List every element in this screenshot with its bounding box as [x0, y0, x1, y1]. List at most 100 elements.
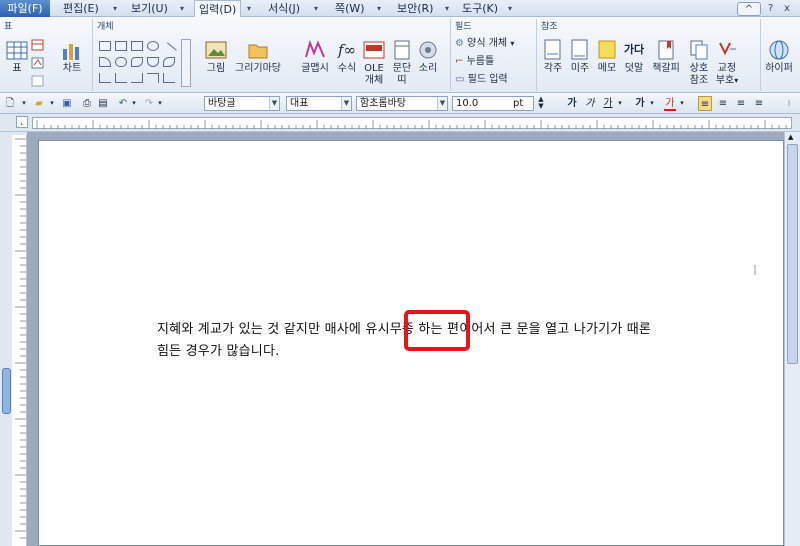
proofreading-mark-button[interactable]: 교정 부호▾: [714, 39, 740, 87]
menu-format[interactable]: 서식(J): [268, 0, 300, 17]
group-separator: [450, 19, 451, 91]
menu-page[interactable]: 쪽(W): [335, 0, 365, 17]
ribbon-collapse-button[interactable]: ^: [737, 2, 761, 16]
new-document-dropdown-icon[interactable]: ▾: [20, 96, 28, 111]
table-calc-button[interactable]: [30, 56, 46, 74]
menu-security-dropdown-icon[interactable]: ▾: [445, 0, 449, 17]
underline-button[interactable]: 가: [602, 96, 614, 111]
open-folder-icon[interactable]: ▰: [32, 96, 46, 111]
shape-freeform-icon[interactable]: [131, 57, 143, 67]
language-layout-dropdown-icon[interactable]: ▼: [341, 97, 351, 110]
undo-icon[interactable]: ↶: [116, 96, 130, 111]
speaker-icon: [419, 41, 437, 59]
press-field-button[interactable]: ⌐ 누름틀: [455, 55, 494, 69]
shape-more-icon[interactable]: [181, 39, 191, 87]
help-button[interactable]: ?: [768, 2, 773, 16]
footnote-button[interactable]: 각주: [541, 39, 565, 75]
cross-reference-button[interactable]: 상호 참조: [686, 39, 712, 87]
vertical-ruler[interactable]: [12, 135, 27, 546]
table-edit-button[interactable]: [30, 38, 46, 56]
shape-curve-icon[interactable]: [115, 57, 127, 67]
menu-edit-dropdown-icon[interactable]: ▾: [113, 0, 117, 17]
shape-connector3-icon[interactable]: [131, 73, 143, 83]
underline-dropdown-icon[interactable]: ▾: [616, 96, 624, 111]
font-size-input[interactable]: 10.0 pt: [452, 96, 534, 111]
font-select[interactable]: 함초롬바탕 ▼: [356, 96, 448, 111]
font-color-button[interactable]: 가: [664, 96, 676, 111]
shape-polyline-icon[interactable]: [163, 57, 175, 67]
formula-button[interactable]: f∞ 수식: [336, 39, 358, 75]
shape-rect2-icon[interactable]: [131, 41, 143, 51]
menu-view[interactable]: 보기(U): [131, 0, 168, 17]
shape-ellipse-icon[interactable]: [147, 41, 159, 51]
undo-dropdown-icon[interactable]: ▾: [130, 96, 138, 111]
new-document-icon[interactable]: 🗋: [4, 96, 16, 111]
style-select[interactable]: 바탕글 ▼: [204, 96, 280, 111]
menu-tools-dropdown-icon[interactable]: ▾: [508, 0, 512, 17]
redo-dropdown-icon[interactable]: ▾: [156, 96, 164, 111]
overlay-text-button[interactable]: 가다 덧말: [622, 39, 646, 75]
align-left-icon[interactable]: ≡: [716, 96, 730, 111]
print-icon[interactable]: ⎙: [80, 96, 94, 111]
close-doc-button[interactable]: x: [784, 2, 790, 16]
scrollbar-thumb[interactable]: [787, 144, 798, 364]
print-preview-icon[interactable]: ▤: [96, 96, 110, 111]
tab-type-button[interactable]: ⌞: [16, 116, 28, 128]
align-center-icon[interactable]: ≡: [734, 96, 748, 111]
menu-tools[interactable]: 도구(K): [462, 0, 498, 17]
chart-button[interactable]: 차트: [58, 39, 86, 75]
open-dropdown-icon[interactable]: ▾: [48, 96, 56, 111]
menu-security[interactable]: 보안(R): [397, 0, 433, 17]
shape-line-icon[interactable]: [161, 42, 177, 58]
vertical-scrollbar[interactable]: ▲: [784, 132, 800, 546]
draw-wizard-button[interactable]: 그리기마당: [232, 39, 284, 75]
font-size-stepper[interactable]: ▲ ▼: [536, 96, 546, 111]
shape-wave-icon[interactable]: [147, 57, 159, 67]
toolbar-overflow-icon[interactable]: ⁝: [784, 96, 794, 111]
menu-view-dropdown-icon[interactable]: ▾: [180, 0, 184, 17]
font-dropdown-icon[interactable]: ▼: [437, 97, 447, 110]
redo-icon[interactable]: ↷: [142, 96, 156, 111]
endnote-button[interactable]: 미주: [568, 39, 592, 75]
form-object-button[interactable]: ⚙ 양식 개체 ▾: [455, 37, 514, 51]
shape-gallery[interactable]: [97, 39, 195, 89]
font-color-dropdown-icon[interactable]: ▾: [678, 96, 686, 111]
menu-edit[interactable]: 편집(E): [63, 0, 99, 17]
bold-button[interactable]: 가: [566, 96, 578, 111]
align-justify-icon[interactable]: ≡: [698, 96, 712, 111]
align-right-icon[interactable]: ≡: [752, 96, 766, 111]
side-panel-toggle[interactable]: [2, 368, 11, 414]
table-grid-button[interactable]: [30, 74, 46, 92]
shape-connector5-icon[interactable]: [163, 73, 175, 83]
shape-rect-icon[interactable]: [115, 41, 127, 51]
menu-file[interactable]: 파일(F): [0, 0, 50, 17]
menu-page-dropdown-icon[interactable]: ▾: [377, 0, 381, 17]
bookmark-button[interactable]: 책갈피: [649, 39, 683, 75]
menu-input[interactable]: 입력(D): [194, 0, 242, 18]
table-button[interactable]: 표: [4, 39, 30, 75]
picture-button[interactable]: 그림: [202, 39, 230, 75]
paragraph-band-button[interactable]: 문단 띠: [390, 39, 414, 87]
sound-button[interactable]: 소리: [416, 39, 440, 75]
hyperlink-button[interactable]: 하이퍼: [760, 39, 798, 75]
language-layout-select[interactable]: 대표 ▼: [286, 96, 352, 111]
save-icon[interactable]: ▣: [60, 96, 74, 111]
scroll-up-icon[interactable]: ▲: [788, 134, 797, 141]
memo-button[interactable]: 메모: [595, 39, 619, 75]
glyph-button[interactable]: 글맵시: [299, 39, 331, 75]
style-dropdown-icon[interactable]: ▼: [269, 97, 279, 110]
field-input-button[interactable]: ▭ 필드 입력: [455, 73, 508, 87]
paragraph-band-label: 문단: [392, 63, 412, 74]
ole-button[interactable]: OLE 개체: [362, 39, 386, 87]
strike-dropdown-icon[interactable]: ▾: [648, 96, 656, 111]
shape-textbox-icon[interactable]: [99, 41, 111, 51]
horizontal-ruler[interactable]: [32, 117, 792, 129]
shape-connector4-icon[interactable]: [147, 73, 159, 83]
shape-arc-icon[interactable]: [99, 57, 111, 67]
shape-connector2-icon[interactable]: [115, 73, 127, 83]
menu-format-dropdown-icon[interactable]: ▾: [314, 0, 318, 17]
strikethrough-button[interactable]: 가: [634, 96, 646, 111]
menu-input-dropdown-icon[interactable]: ▾: [247, 0, 251, 17]
italic-button[interactable]: 가: [584, 96, 596, 111]
shape-connector-icon[interactable]: [99, 73, 111, 83]
